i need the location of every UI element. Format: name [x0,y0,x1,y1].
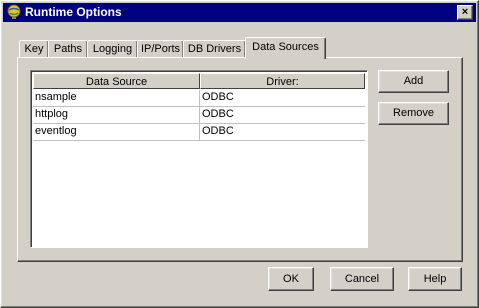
driver-cell: ODBC [202,125,234,137]
data-source-cell: eventlog [33,124,200,140]
table-row[interactable]: eventlog ODBC [33,124,365,141]
help-button[interactable]: Help [408,267,462,291]
close-button[interactable]: × [457,5,473,20]
table-row[interactable]: nsample ODBC [33,90,365,107]
app-globe-icon [6,4,22,20]
tab-db-drivers[interactable]: DB Drivers [183,40,246,58]
add-button[interactable]: Add [378,70,449,93]
tab-key[interactable]: Key [19,40,49,58]
ok-button[interactable]: OK [268,267,314,291]
data-source-cell: httplog [33,107,200,123]
window-title: Runtime Options [25,5,122,19]
tab-ip-ports[interactable]: IP/Ports [137,40,184,58]
remove-button[interactable]: Remove [378,102,449,125]
tab-paths[interactable]: Paths [48,40,88,58]
data-source-cell: nsample [33,90,200,106]
title-bar[interactable]: Runtime Options × [3,3,476,22]
data-sources-table[interactable]: Data Source Driver: nsample ODBC httplog… [30,70,368,248]
table-row[interactable]: httplog ODBC [33,107,365,124]
driver-cell: ODBC [202,108,234,120]
column-header-driver[interactable]: Driver: [200,73,365,89]
driver-cell: ODBC [202,91,234,103]
tab-logging[interactable]: Logging [87,40,138,58]
column-header-data-source[interactable]: Data Source [33,73,200,89]
tab-data-sources[interactable]: Data Sources [245,37,326,59]
cancel-button[interactable]: Cancel [330,267,394,291]
